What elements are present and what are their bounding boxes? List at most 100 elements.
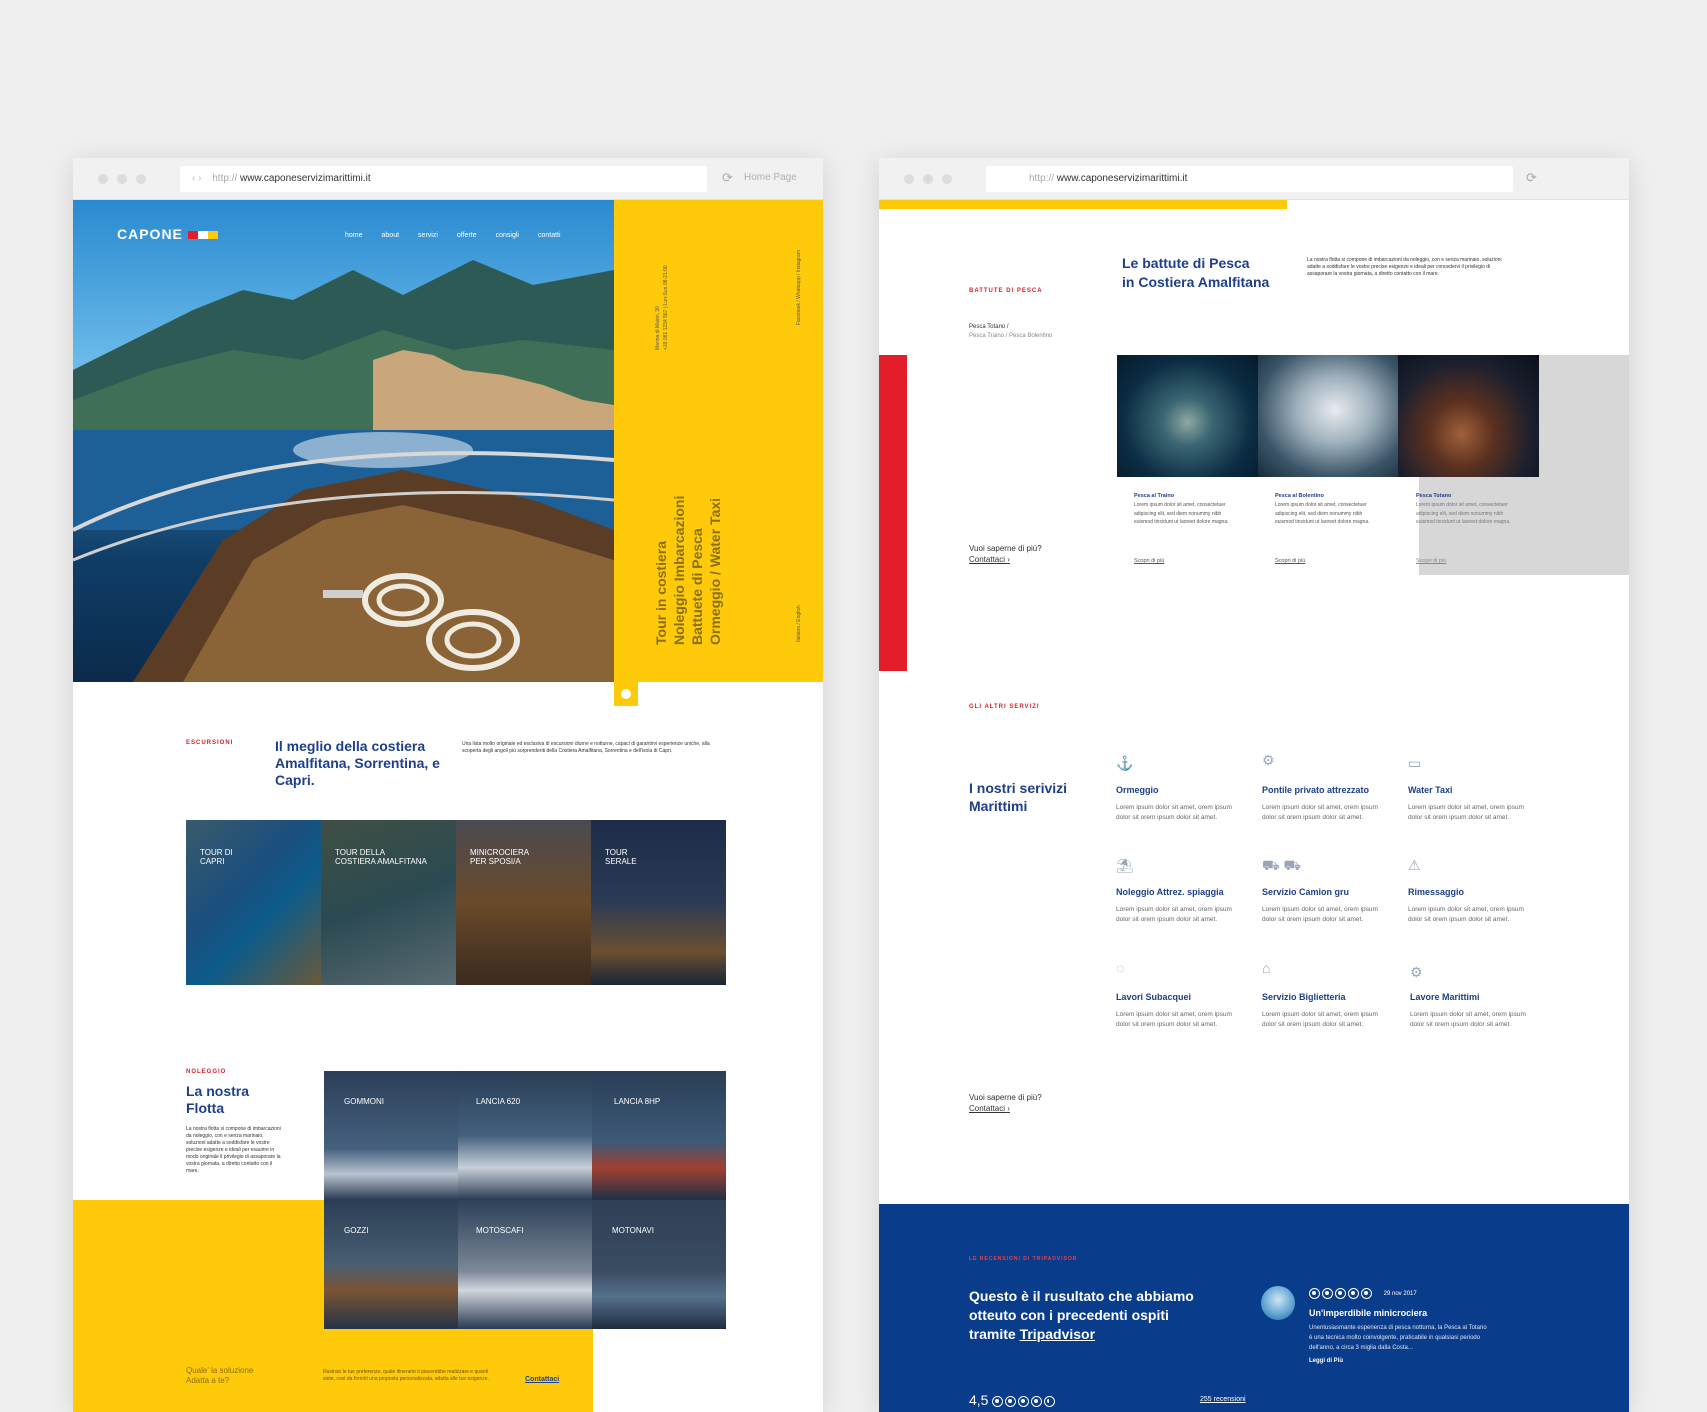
service-title: Lavore Marittimi bbox=[1410, 992, 1480, 1002]
gear-icon: ⚙ bbox=[1262, 752, 1275, 768]
section-description: La nostra flotta si compone di imbarcazi… bbox=[1307, 257, 1502, 277]
tour-tile[interactable]: MINICROCIERA PER SPOSI/A bbox=[456, 820, 591, 985]
language-switch[interactable]: Italiano / English bbox=[796, 605, 802, 642]
nav-offerte[interactable]: offerte bbox=[457, 232, 477, 239]
rating-star-icon bbox=[1031, 1395, 1043, 1407]
window-dot[interactable] bbox=[904, 174, 914, 184]
boat-tile-title: GOZZI bbox=[344, 1226, 369, 1235]
fishing-card-link[interactable]: Scopri di più bbox=[1416, 558, 1446, 564]
boat-tile[interactable]: GOZZI bbox=[324, 1200, 458, 1329]
address-bar[interactable]: http:// www.caponeservizimarittimi.it bbox=[986, 166, 1513, 192]
url-text: www.caponeservizimarittimi.it bbox=[240, 173, 371, 184]
section-title: Le battute di Pesca in Costiera Amalfita… bbox=[1122, 255, 1270, 290]
fishing-card-link[interactable]: Scopri di più bbox=[1275, 558, 1305, 564]
flag-icon bbox=[207, 231, 218, 240]
tour-tile-title: TOUR DELLA COSTIERA AMALFITANA bbox=[335, 848, 427, 866]
more-info-question: Vuoi saperne di più? bbox=[969, 1093, 1042, 1102]
fishing-card-link[interactable]: Scopri di più bbox=[1134, 558, 1164, 564]
service-desc: Lorem ipsum dolor sit amet, orem ipsum d… bbox=[1262, 1011, 1378, 1028]
window-dot[interactable] bbox=[117, 174, 127, 184]
window-dot[interactable] bbox=[136, 174, 146, 184]
browser-window-home: ‹ › http:// www.caponeservizimarittimi.i… bbox=[73, 158, 823, 1412]
nav-servizi[interactable]: servizi bbox=[418, 232, 438, 239]
url-text: www.caponeservizimarittimi.it bbox=[1056, 173, 1188, 184]
boat-tile-title: MOTONAVI bbox=[612, 1226, 654, 1235]
read-more-link[interactable]: Leggi di Più bbox=[1309, 1358, 1343, 1364]
tour-tile[interactable]: TOUR SERALE bbox=[591, 820, 726, 985]
rating-star-icon bbox=[1309, 1288, 1320, 1299]
nav-arrows-icon[interactable]: ‹ › bbox=[192, 173, 201, 184]
breadcrumb-active[interactable]: Pesca Totano bbox=[969, 324, 1005, 330]
boat-tile-title: GOMMONI bbox=[344, 1097, 384, 1106]
tour-tile-title: MINICROCIERA PER SPOSI/A bbox=[470, 848, 530, 866]
tab-label[interactable]: Home Page bbox=[744, 172, 797, 183]
service-desc: Lorem ipsum dolor sit amet, orem ipsum d… bbox=[1116, 1011, 1232, 1028]
nav-about[interactable]: about bbox=[382, 232, 400, 239]
address-bar[interactable]: ‹ › http:// www.caponeservizimarittimi.i… bbox=[180, 166, 707, 192]
tripadvisor-link[interactable]: Tripadvisor bbox=[1020, 1326, 1095, 1342]
browser-chrome: http:// www.caponeservizimarittimi.it ⟳ bbox=[879, 158, 1629, 200]
service-title: Lavori Subacquei bbox=[1116, 992, 1192, 1002]
main-nav: home about servizi offerte consigli cont… bbox=[345, 232, 561, 239]
warning-icon: ⚠ bbox=[1408, 857, 1421, 873]
contact-link[interactable]: Contattaci bbox=[525, 1376, 559, 1383]
service-title: Pontile privato attrezzato bbox=[1262, 785, 1370, 795]
nav-contatti[interactable]: contatti bbox=[538, 232, 561, 239]
url-protocol: http:// bbox=[212, 173, 238, 184]
more-info-question: Vuoi saperne di più? bbox=[969, 544, 1042, 553]
rating-score: 4,5 bbox=[969, 1392, 989, 1408]
reload-icon[interactable]: ⟳ bbox=[1526, 170, 1537, 186]
tagline: Battuete di Pesca bbox=[689, 528, 705, 645]
social-links[interactable]: Facebook / Whatsapp / Instagram bbox=[796, 250, 802, 325]
service-title: Rimessaggio bbox=[1408, 887, 1465, 897]
footer-question: Quale' la soluzione Adatta a te? bbox=[186, 1366, 254, 1385]
section-description: Una lista molto originale ed esclusiva d… bbox=[462, 741, 710, 754]
review-title: Un'imperdibile minicrociera bbox=[1309, 1308, 1428, 1318]
review-text: Unentusiasmante esperienza di pesca nott… bbox=[1309, 1325, 1487, 1351]
nav-home[interactable]: home bbox=[345, 232, 363, 239]
diver-icon: ◌ bbox=[1116, 960, 1125, 976]
progress-bar bbox=[879, 200, 1287, 209]
reviews-headline: Questo è il rusultato che abbiamo otteut… bbox=[969, 1287, 1209, 1344]
nav-consigli[interactable]: consigli bbox=[496, 232, 519, 239]
boat-tile-title: LANCIA 8HP bbox=[614, 1097, 661, 1106]
truck-icon: ⛟ ⛟ bbox=[1262, 857, 1302, 873]
red-accent-bar bbox=[879, 355, 907, 671]
section-label: ESCURSIONI bbox=[186, 740, 234, 746]
cog-icon: ⚙ bbox=[1410, 964, 1423, 980]
anchor-icon: ⚓ bbox=[1116, 755, 1134, 771]
ticket-icon: ⌂ bbox=[1262, 960, 1271, 976]
logo[interactable]: CAPONE bbox=[117, 226, 218, 242]
window-dot[interactable] bbox=[923, 174, 933, 184]
window-dot[interactable] bbox=[942, 174, 952, 184]
fish-photo bbox=[1117, 355, 1258, 477]
rating-star-icon bbox=[1361, 1288, 1372, 1299]
contact-link-text: Contattaci bbox=[969, 555, 1006, 564]
tour-tile[interactable]: TOUR DELLA COSTIERA AMALFITANA bbox=[321, 820, 456, 985]
chevron-right-icon: › bbox=[1007, 555, 1010, 564]
boat-tile[interactable]: LANCIA 8HP bbox=[592, 1071, 726, 1200]
rating-star-icon bbox=[1348, 1288, 1359, 1299]
tour-tile[interactable]: TOUR DI CAPRI bbox=[186, 820, 321, 985]
tagline: Noleggio Imbarcazioni bbox=[671, 495, 687, 645]
window-dot[interactable] bbox=[98, 174, 108, 184]
section-label: LE RECENSIONI DI TRIPADVISOR bbox=[969, 1256, 1078, 1262]
boat-tile[interactable]: GOMMONI bbox=[324, 1071, 458, 1200]
flag-icon bbox=[197, 231, 208, 240]
contact-link[interactable]: Contattaci › bbox=[969, 555, 1010, 564]
breadcrumb-items[interactable]: Pesca Traino / Pesca Bolentino bbox=[969, 333, 1052, 339]
flag-icon bbox=[187, 231, 198, 240]
boat-tile[interactable]: MOTOSCAFI bbox=[458, 1200, 592, 1329]
scroll-button[interactable] bbox=[614, 682, 638, 706]
contact-info: Marina di Maiori, 30 +39 081 1234 567 | … bbox=[655, 265, 669, 350]
rating-star-icon bbox=[1335, 1288, 1346, 1299]
contact-link[interactable]: Contattaci › bbox=[969, 1104, 1010, 1113]
reload-icon[interactable]: ⟳ bbox=[722, 170, 733, 186]
review-count[interactable]: 255 recensioni bbox=[1200, 1396, 1246, 1403]
section-label: NOLEGGIO bbox=[186, 1069, 227, 1075]
boat-tile[interactable]: MOTONAVI bbox=[592, 1200, 726, 1329]
boat-tile[interactable]: LANCIA 620 bbox=[458, 1071, 592, 1200]
section-label: BATTUTE DI PESCA bbox=[969, 288, 1043, 294]
service-desc: Lorem ipsum dolor sit amet, orem ipsum d… bbox=[1262, 906, 1378, 923]
browser-window-services: http:// www.caponeservizimarittimi.it ⟳ … bbox=[879, 158, 1629, 1412]
